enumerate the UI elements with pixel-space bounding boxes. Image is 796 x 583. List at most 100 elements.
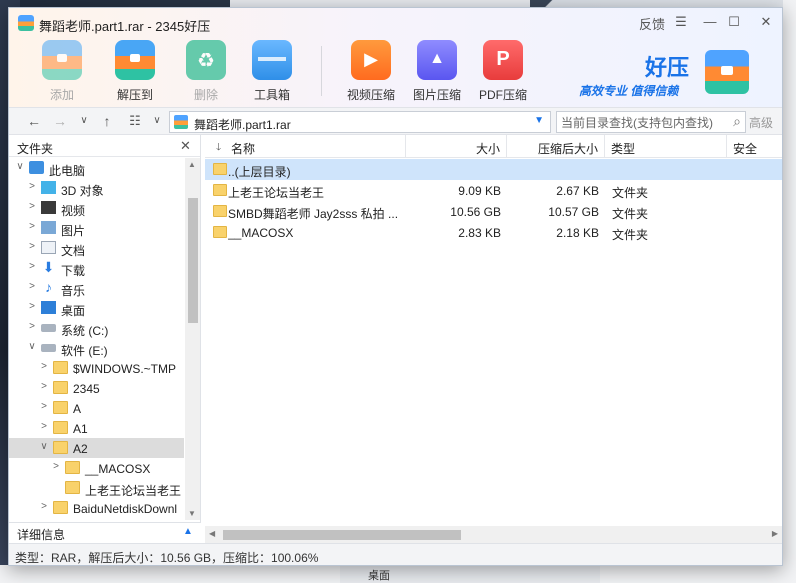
- tree-item[interactable]: > 系统 (C:): [9, 318, 184, 338]
- tree-item[interactable]: > 文档: [9, 238, 184, 258]
- tree-item[interactable]: >3D 对象: [9, 178, 184, 198]
- file-size: 9.09 KB: [458, 184, 501, 198]
- tree-item[interactable]: >2345: [9, 378, 184, 398]
- scrollbar-thumb[interactable]: [223, 530, 461, 540]
- expand-chevron-icon[interactable]: >: [27, 301, 37, 312]
- add-button[interactable]: 添加: [32, 40, 92, 102]
- close-icon[interactable]: ✕: [180, 138, 191, 154]
- archive-icon: [174, 115, 188, 129]
- tree-item[interactable]: > __MACOSX: [9, 458, 184, 478]
- tree-item[interactable]: > 桌面: [9, 298, 184, 318]
- tree-item-label: 图片: [61, 224, 86, 238]
- scroll-left-icon[interactable]: ◀: [209, 529, 215, 538]
- tree-item[interactable]: > A: [9, 398, 184, 418]
- scrollbar-thumb[interactable]: [188, 198, 198, 323]
- tree-item[interactable]: > $WINDOWS.~TMP: [9, 358, 184, 378]
- close-icon[interactable]: ✕: [757, 14, 775, 32]
- tree-item[interactable]: ∨ 软件 (E:): [9, 338, 184, 358]
- expand-chevron-icon[interactable]: >: [39, 501, 49, 512]
- expand-chevron-icon[interactable]: >: [27, 201, 37, 212]
- table-row[interactable]: SMBD舞蹈老师 Jay2sss 私拍 ... 10.56 GB 10.57 GB 文…: [205, 201, 782, 222]
- tree-item[interactable]: > ⬇ 下载: [9, 258, 184, 278]
- tree-item-label: 软件 (E:): [61, 344, 108, 358]
- path-field[interactable]: 舞蹈老师.part1.rar ▼: [169, 111, 551, 133]
- pdf-compress-button[interactable]: PDF压缩: [473, 40, 533, 102]
- file-size: 2.83 KB: [458, 226, 501, 240]
- file-list-hscrollbar[interactable]: ◀ ▶: [205, 526, 782, 543]
- column-name-label: 名称: [231, 142, 256, 156]
- expand-chevron-icon[interactable]: >: [51, 461, 61, 472]
- table-row[interactable]: ..(上层目录): [205, 159, 782, 180]
- tree-item[interactable]: ∨ 此电脑: [9, 158, 184, 178]
- image-compress-icon: [417, 40, 457, 80]
- image-compress-button[interactable]: 图片压缩: [407, 40, 467, 102]
- tree-item-label: 文档: [61, 244, 86, 258]
- maximize-icon[interactable]: ☐: [725, 14, 743, 32]
- search-box[interactable]: ⌕: [556, 111, 746, 133]
- folder-pane: 文件夹 ✕ ∨ 此电脑 >3D 对象 > 视频 > 图片 > 文档 > ⬇ 下载 > ♪ 音乐 > 桌面 > 系统 …: [9, 135, 201, 522]
- view-mode-icon[interactable]: ☷: [126, 113, 144, 131]
- expand-up-icon[interactable]: ▲: [183, 526, 193, 537]
- path-dropdown-icon[interactable]: ▼: [534, 115, 544, 126]
- expand-chevron-icon[interactable]: >: [39, 421, 49, 432]
- expand-chevron-icon[interactable]: >: [39, 381, 49, 392]
- details-panel-bar[interactable]: 详细信息 ▲: [9, 522, 201, 542]
- expand-chevron-icon[interactable]: >: [27, 221, 37, 232]
- toolbox-button[interactable]: 工具箱: [242, 40, 302, 102]
- expand-chevron-icon[interactable]: >: [27, 321, 37, 332]
- expand-chevron-icon[interactable]: >: [27, 241, 37, 252]
- expand-chevron-icon[interactable]: >: [39, 361, 49, 372]
- tree-item-label: $WINDOWS.~TMP: [73, 362, 177, 376]
- folder-tree: ∨ 此电脑 >3D 对象 > 视频 > 图片 > 文档 > ⬇ 下载 > ♪ 音乐 > 桌面 > 系统 (C:) ∨ 软…: [9, 158, 184, 520]
- expand-chevron-icon[interactable]: >: [27, 181, 37, 192]
- collapse-chevron-icon[interactable]: ∨: [15, 161, 25, 172]
- delete-button[interactable]: 删除: [176, 40, 236, 102]
- column-header-size[interactable]: 大小: [406, 135, 507, 158]
- file-type: 文件夹: [612, 228, 649, 242]
- search-input[interactable]: [561, 115, 721, 130]
- scroll-up-icon[interactable]: ▲: [188, 160, 196, 169]
- tree-item[interactable]: > BaiduNetdiskDownl: [9, 498, 184, 518]
- table-row[interactable]: __MACOSX 2.83 KB 2.18 KB 文件夹: [205, 222, 782, 243]
- minimize-icon[interactable]: —: [701, 14, 719, 32]
- advanced-search-button[interactable]: 高级: [749, 114, 773, 131]
- details-label: 详细信息: [17, 528, 66, 542]
- title-bar[interactable]: 舞蹈老师.part1.rar - 2345好压 反馈 ☰ — ☐ ✕: [9, 8, 782, 38]
- expand-chevron-icon[interactable]: >: [39, 401, 49, 412]
- folder-tree-scrollbar[interactable]: ▲ ▼: [185, 158, 200, 520]
- tree-item[interactable]: > A1: [9, 418, 184, 438]
- background-taskbar-item[interactable]: 桌面: [340, 565, 600, 583]
- scroll-down-icon[interactable]: ▼: [188, 509, 196, 518]
- collapse-chevron-icon[interactable]: ∨: [27, 341, 37, 352]
- view-dropdown-icon[interactable]: ∨: [148, 115, 166, 133]
- search-icon[interactable]: ⌕: [733, 113, 741, 130]
- tree-item[interactable]: ∨ A2: [9, 438, 184, 458]
- tree-item[interactable]: > 图片: [9, 218, 184, 238]
- table-row[interactable]: 上老王论坛当老王 9.09 KB 2.67 KB 文件夹: [205, 180, 782, 201]
- feedback-link[interactable]: 反馈: [636, 14, 668, 32]
- tree-item[interactable]: > 视频: [9, 198, 184, 218]
- scroll-right-icon[interactable]: ▶: [772, 529, 778, 538]
- tree-item-label: 2345: [73, 382, 100, 396]
- back-arrow-icon[interactable]: ←: [25, 113, 43, 131]
- column-header-security[interactable]: 安全: [727, 135, 782, 158]
- column-header-packed-size[interactable]: 压缩后大小: [507, 135, 605, 158]
- column-header-type[interactable]: 类型: [605, 135, 727, 158]
- ribbon-divider: [321, 46, 322, 96]
- expand-chevron-icon[interactable]: >: [27, 261, 37, 272]
- tree-item[interactable]: 上老王论坛当老王: [9, 478, 184, 498]
- tree-item[interactable]: > ♪ 音乐: [9, 278, 184, 298]
- drive-icon: [41, 324, 56, 332]
- extract-to-button[interactable]: 解压到: [105, 40, 165, 102]
- pdf-compress-icon: [483, 40, 523, 80]
- collapse-chevron-icon[interactable]: ∨: [39, 441, 49, 452]
- history-dropdown-icon[interactable]: ∨: [75, 115, 93, 133]
- forward-arrow-icon[interactable]: →: [51, 113, 69, 131]
- file-name: __MACOSX: [228, 226, 294, 240]
- column-header-name[interactable]: 🡓 名称: [205, 135, 406, 158]
- up-arrow-icon[interactable]: ↑: [98, 113, 116, 131]
- menu-icon[interactable]: ☰: [672, 14, 690, 32]
- video-compress-button[interactable]: 视频压缩: [341, 40, 401, 102]
- tree-item-label: 音乐: [61, 284, 86, 298]
- expand-chevron-icon[interactable]: >: [27, 281, 37, 292]
